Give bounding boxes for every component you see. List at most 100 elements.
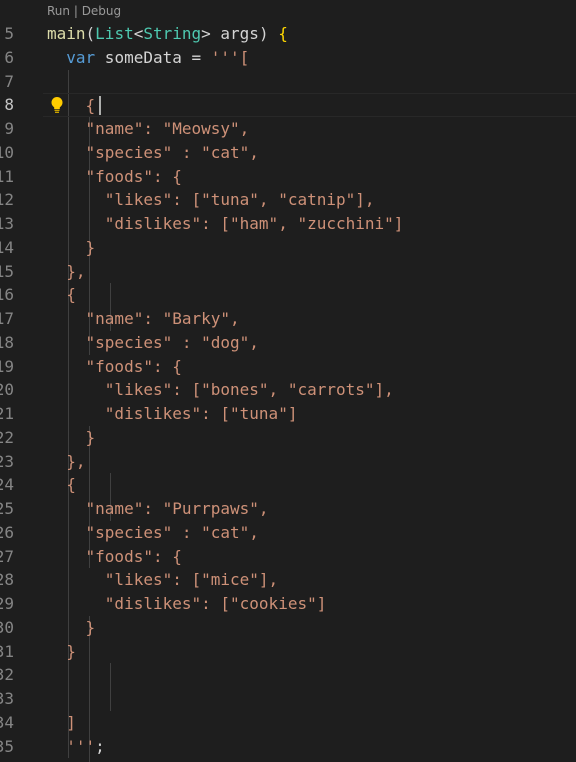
code-line[interactable]: "foods": { bbox=[47, 545, 576, 569]
line-number: 10 bbox=[0, 142, 14, 162]
code-token: "dislikes": ["cookies"] bbox=[47, 594, 327, 613]
line-number: 13 bbox=[0, 214, 14, 233]
code-line[interactable]: "likes": ["tuna", "catnip"], bbox=[47, 188, 576, 212]
code-line[interactable]: "dislikes": ["ham", "zucchini"] bbox=[47, 212, 576, 236]
code-token: "foods": { bbox=[47, 546, 182, 566]
code-token: "name": "Purrpaws", bbox=[47, 499, 269, 518]
code-line[interactable]: "dislikes": ["cookies"] bbox=[47, 592, 576, 616]
code-line[interactable]: } bbox=[47, 426, 576, 450]
code-line[interactable]: } bbox=[47, 616, 576, 640]
line-number: 7 bbox=[4, 71, 14, 91]
code-token: someData = bbox=[95, 47, 211, 67]
code-token: ] bbox=[47, 712, 76, 732]
code-token: < bbox=[133, 24, 144, 43]
line-number: 30 bbox=[0, 617, 14, 637]
line-number: 6 bbox=[4, 47, 14, 67]
code-token: } bbox=[47, 427, 96, 447]
code-line[interactable]: "name": "Purrpaws", bbox=[47, 497, 576, 521]
code-line[interactable]: "likes": ["bones", "carrots"], bbox=[47, 378, 576, 402]
code-token: ''' bbox=[47, 736, 96, 756]
code-line[interactable]: '''; bbox=[47, 735, 576, 759]
line-number: 11 bbox=[0, 166, 14, 186]
code-token: }, bbox=[47, 451, 86, 471]
code-line[interactable]: "name": "Meowsy", bbox=[47, 117, 576, 141]
text-cursor bbox=[99, 95, 101, 115]
code-token: "species" : "dog", bbox=[47, 332, 259, 352]
line-number: 27 bbox=[0, 546, 14, 566]
code-line[interactable]: "likes": ["mice"], bbox=[47, 568, 576, 592]
code-token: ; bbox=[95, 736, 105, 756]
line-number: 15 bbox=[0, 261, 14, 281]
code-line[interactable]: "foods": { bbox=[47, 355, 576, 379]
code-token: "likes": ["tuna", "catnip"], bbox=[47, 190, 375, 210]
line-number: 12 bbox=[0, 190, 14, 210]
line-number: 14 bbox=[0, 237, 14, 257]
code-line[interactable]: main(List<String> args) { bbox=[47, 22, 576, 46]
code-token: "species" : "cat", bbox=[47, 142, 259, 162]
code-token: ( bbox=[85, 24, 96, 43]
code-token: "foods": { bbox=[47, 166, 182, 186]
line-number: 28 bbox=[0, 570, 14, 590]
code-line[interactable]: ] bbox=[47, 711, 576, 735]
code-line[interactable]: var someData = '''[ bbox=[47, 46, 576, 70]
line-number: 35 bbox=[0, 736, 14, 756]
code-token: var bbox=[66, 47, 96, 67]
code-line[interactable]: "name": "Barky", bbox=[47, 307, 576, 331]
code-line[interactable]: { bbox=[47, 283, 576, 307]
line-number: 32 bbox=[0, 665, 14, 685]
code-token: > args) bbox=[201, 24, 279, 43]
code-line[interactable]: "dislikes": ["tuna"] bbox=[47, 402, 576, 426]
code-line[interactable]: }, bbox=[47, 260, 576, 284]
code-token: } bbox=[47, 617, 96, 637]
code-token: main bbox=[47, 24, 86, 43]
code-token: "foods": { bbox=[47, 356, 182, 376]
line-number: 24 bbox=[0, 475, 14, 495]
code-token: "name": "Barky", bbox=[47, 309, 240, 328]
code-token: { bbox=[47, 96, 96, 116]
code-token: String bbox=[143, 24, 202, 43]
line-number: 31 bbox=[0, 641, 14, 661]
line-number: 23 bbox=[0, 451, 14, 471]
code-line[interactable]: "foods": { bbox=[47, 165, 576, 189]
code-token: "name": "Meowsy", bbox=[47, 119, 250, 138]
code-line[interactable] bbox=[47, 687, 576, 711]
code-token: } bbox=[47, 641, 76, 661]
code-line[interactable]: "species" : "cat", bbox=[47, 141, 576, 165]
code-line[interactable]: } bbox=[47, 236, 576, 260]
code-line[interactable]: { bbox=[47, 473, 576, 497]
codelens-separator: | bbox=[70, 4, 82, 18]
line-number: 33 bbox=[0, 689, 14, 708]
code-token: '''[ bbox=[210, 47, 250, 67]
code-line[interactable]: { bbox=[43, 93, 576, 117]
run-codelens-link[interactable]: Run bbox=[47, 4, 70, 18]
code-token: { bbox=[47, 285, 76, 305]
line-number: 5 bbox=[4, 24, 14, 43]
line-number: 22 bbox=[0, 427, 14, 447]
line-number: 17 bbox=[0, 309, 14, 328]
code-line[interactable]: "species" : "cat", bbox=[47, 521, 576, 545]
code-line[interactable]: } bbox=[47, 640, 576, 664]
code-token: List bbox=[95, 24, 134, 43]
line-number: 16 bbox=[0, 285, 14, 305]
code-token: "species" : "cat", bbox=[47, 522, 259, 542]
line-number: 29 bbox=[0, 594, 14, 613]
code-line[interactable]: "species" : "dog", bbox=[47, 331, 576, 355]
code-token: "likes": ["bones", "carrots"], bbox=[47, 380, 394, 400]
line-number: 20 bbox=[0, 380, 14, 400]
code-token: "dislikes": ["ham", "zucchini"] bbox=[47, 214, 404, 233]
line-number: 19 bbox=[0, 356, 14, 376]
code-token: "likes": ["mice"], bbox=[47, 570, 279, 590]
code-line[interactable] bbox=[47, 663, 576, 687]
line-number: 21 bbox=[0, 404, 14, 423]
line-number: 8 bbox=[4, 95, 14, 115]
code-token: } bbox=[47, 237, 96, 257]
line-number: 9 bbox=[4, 119, 14, 138]
code-line[interactable]: }, bbox=[47, 450, 576, 474]
code-token: { bbox=[47, 475, 76, 495]
code-editor[interactable]: Run | Debug 5 6 7 8 9 10 11 12 13 14 15 16 17 18 19 20 2… bbox=[0, 0, 576, 762]
line-number: 25 bbox=[0, 499, 14, 518]
code-line[interactable] bbox=[47, 70, 576, 94]
line-number: 18 bbox=[0, 332, 14, 352]
debug-codelens-link[interactable]: Debug bbox=[82, 4, 121, 18]
